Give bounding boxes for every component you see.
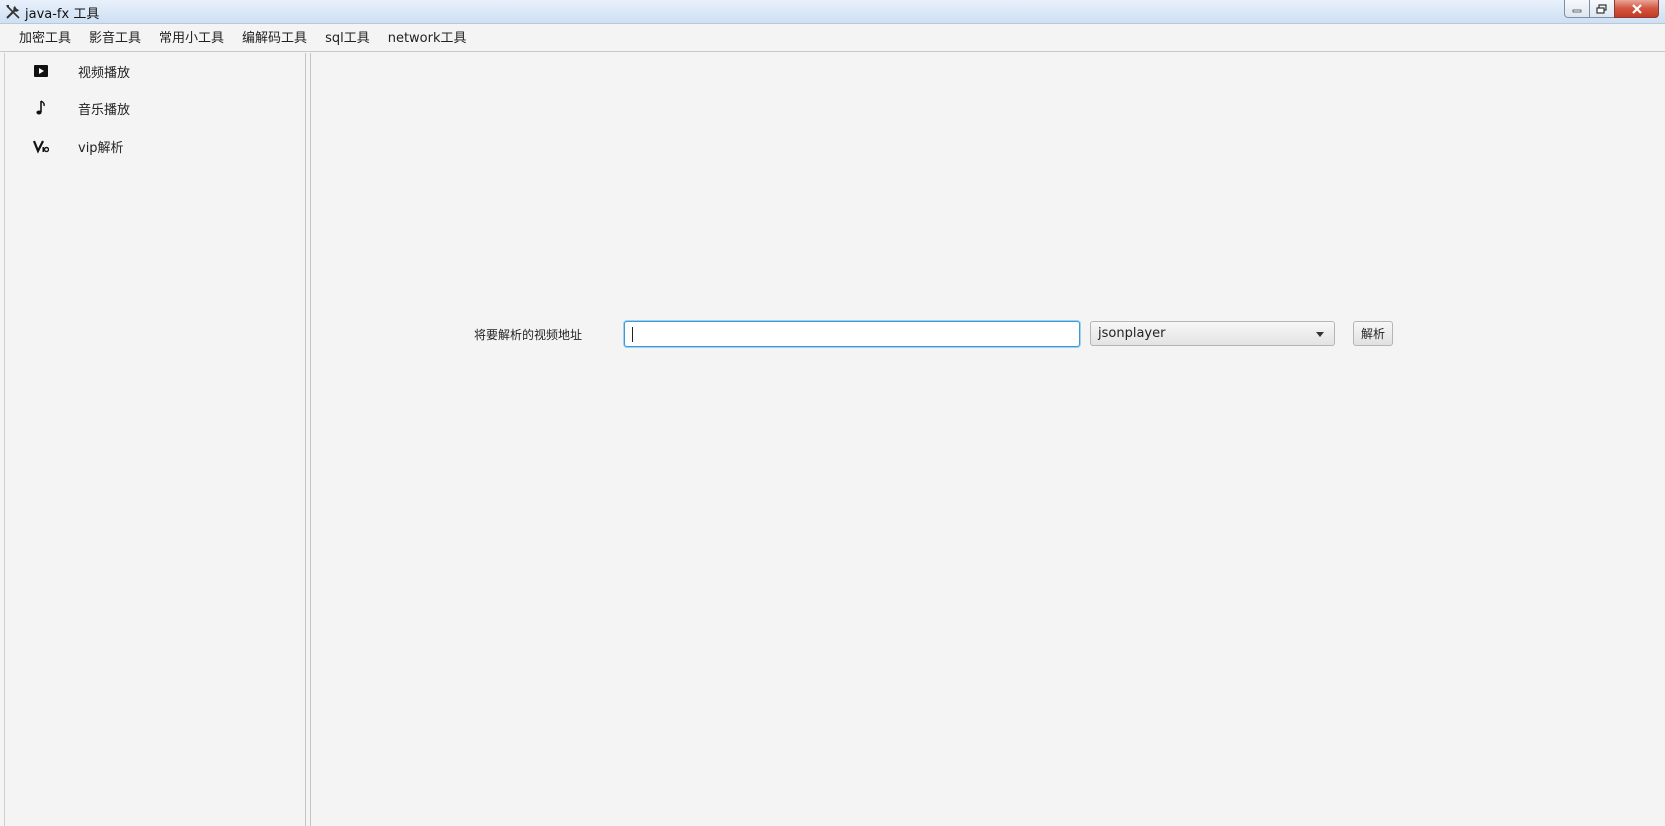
parser-select[interactable]: jsonplayer bbox=[1090, 321, 1335, 346]
menu-media-tools[interactable]: 影音工具 bbox=[80, 25, 150, 52]
sidebar: 视频播放 音乐播放 vip解析 bbox=[4, 53, 305, 826]
app-window: java-fx 工具 加密工具 影音工具 常用小工具 编解码工具 sql工具 n… bbox=[0, 0, 1665, 826]
parser-select-value: jsonplayer bbox=[1098, 326, 1166, 341]
sidebar-item-music-play[interactable]: 音乐播放 bbox=[5, 90, 305, 126]
window-controls bbox=[1564, 0, 1659, 18]
menu-encrypt-tools[interactable]: 加密工具 bbox=[10, 25, 80, 52]
menu-sql-tools[interactable]: sql工具 bbox=[316, 25, 379, 52]
menu-common-tools[interactable]: 常用小工具 bbox=[150, 25, 233, 52]
sidebar-item-label: 音乐播放 bbox=[78, 103, 131, 118]
music-note-icon bbox=[36, 100, 45, 115]
restore-icon bbox=[1596, 3, 1607, 14]
parse-button[interactable]: 解析 bbox=[1353, 321, 1393, 346]
maximize-button[interactable] bbox=[1589, 0, 1615, 18]
title-bar[interactable]: java-fx 工具 bbox=[0, 0, 1665, 24]
window-title: java-fx 工具 bbox=[25, 7, 100, 22]
close-icon bbox=[1631, 3, 1642, 14]
sidebar-item-label: 视频播放 bbox=[78, 66, 131, 81]
close-button[interactable] bbox=[1614, 0, 1659, 18]
menu-bar: 加密工具 影音工具 常用小工具 编解码工具 sql工具 network工具 bbox=[0, 25, 1665, 52]
play-icon bbox=[34, 65, 48, 77]
sidebar-item-vip-parse[interactable]: vip解析 bbox=[5, 128, 305, 164]
chevron-down-icon bbox=[1316, 332, 1324, 337]
tools-icon bbox=[6, 5, 20, 19]
main-panel: 将要解析的视频地址 jsonplayer 解析 bbox=[311, 53, 1665, 826]
minimize-button[interactable] bbox=[1564, 0, 1590, 18]
sidebar-item-video-play[interactable]: 视频播放 bbox=[5, 53, 305, 89]
sidebar-item-label: vip解析 bbox=[78, 141, 124, 156]
video-url-input[interactable] bbox=[624, 321, 1080, 347]
vip-icon bbox=[33, 140, 49, 154]
menu-codec-tools[interactable]: 编解码工具 bbox=[233, 25, 316, 52]
text-caret bbox=[632, 327, 633, 342]
menu-network-tools[interactable]: network工具 bbox=[379, 25, 476, 52]
minimize-icon bbox=[1572, 9, 1582, 12]
video-url-label: 将要解析的视频地址 bbox=[474, 328, 583, 342]
